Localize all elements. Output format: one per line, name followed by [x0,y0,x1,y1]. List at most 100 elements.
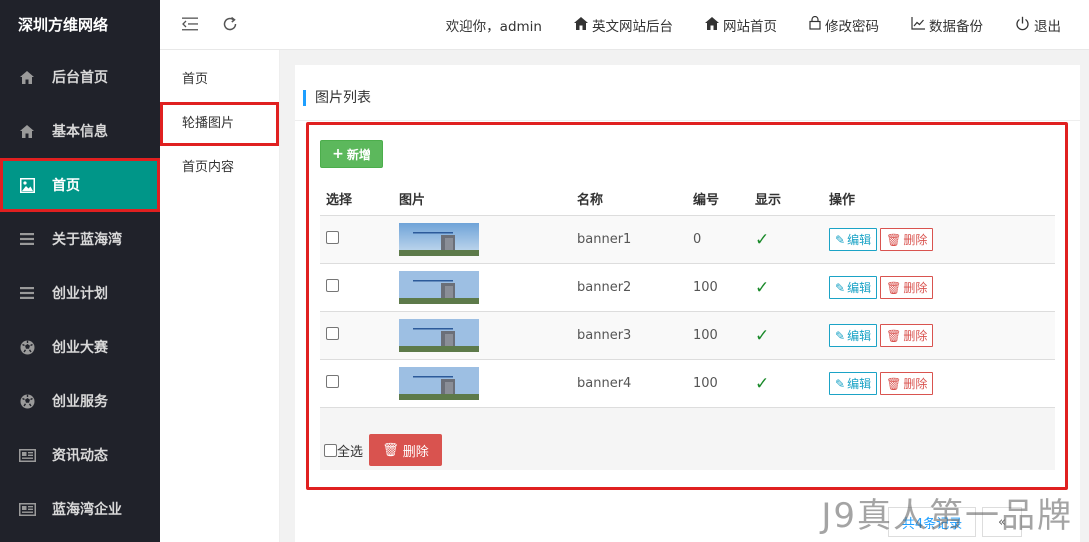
home-icon [18,122,36,140]
sidebar-item-label: 创业大赛 [52,340,108,356]
welcome-text: 欢迎你，admin [445,19,542,35]
show-check-icon: ✓ [755,325,770,346]
soccer-ball-icon [18,392,36,410]
delete-button[interactable]: 🗑 删除 [880,276,934,299]
subnav-item-home-content[interactable]: 首页内容 [160,146,279,190]
trash-icon: 🗑 [382,442,399,458]
row-name: banner2 [577,280,632,295]
select-all-checkbox[interactable] [324,444,337,457]
sidebar-item-label: 基本信息 [52,124,108,140]
edit-button[interactable]: ✎ 编辑 [829,276,878,299]
sidebar-item-label: 资讯动态 [52,448,108,464]
newspaper-icon [18,500,36,518]
bulk-delete-label: 删除 [402,444,429,460]
pencil-icon: ✎ [835,232,846,247]
image-icon [18,176,36,194]
select-all-label: 全选 [337,445,364,460]
data-backup-link[interactable]: 数据备份 [911,15,983,35]
delete-button[interactable]: 🗑 删除 [880,324,934,347]
logout-link[interactable]: 退出 [1015,15,1061,35]
row-number: 100 [693,328,718,343]
collapse-menu-icon[interactable] [180,14,200,34]
site-home-link[interactable]: 网站首页 [705,15,777,35]
sidebar-item-label: 后台首页 [52,70,108,86]
show-check-icon: ✓ [755,373,770,394]
table-header: 选择 图片 名称 编号 显示 操作 [320,182,1055,216]
trash-icon: 🗑 [886,328,902,343]
trash-icon: 🗑 [886,376,902,391]
table-row: banner2 100 ✓ ✎ 编辑 🗑 删除 [320,264,1055,312]
refresh-icon[interactable] [220,14,240,34]
english-admin-link[interactable]: 英文网站后台 [574,15,673,35]
trash-icon: 🗑 [886,280,902,295]
col-header-show: 显示 [755,193,782,208]
site-home-label: 网站首页 [723,19,777,35]
col-header-select: 选择 [326,193,353,208]
show-check-icon: ✓ [755,277,770,298]
top-header: 欢迎你，admin 英文网站后台 网站首页 修改密码 数据备份 退出 [160,0,1089,50]
banner-thumbnail [399,271,479,304]
home-icon [18,68,36,86]
bulk-delete-button[interactable]: 🗑 删除 [369,434,442,466]
sidebar-item-label: 蓝海湾企业 [52,502,122,518]
delete-button[interactable]: 🗑 删除 [880,228,934,251]
col-header-image: 图片 [399,193,426,208]
subnav-item-carousel[interactable]: 轮播图片 [160,102,279,146]
row-name: banner3 [577,328,632,343]
menu-icon [18,284,36,302]
banner-thumbnail [399,223,479,256]
delete-button[interactable]: 🗑 删除 [880,372,934,395]
row-checkbox[interactable] [326,279,339,292]
sidebar-item-services[interactable]: 创业服务 [0,374,160,428]
sidebar: 深圳方维网络 后台首页 基本信息 首页 关于蓝海湾 创业计划 创业大赛 创业服务… [0,0,160,542]
sidebar-item-dashboard[interactable]: 后台首页 [0,50,160,104]
sub-navigation: 首页 轮播图片 首页内容 [160,50,280,542]
sidebar-item-about[interactable]: 关于蓝海湾 [0,212,160,266]
menu-icon [18,230,36,248]
sidebar-item-competition[interactable]: 创业大赛 [0,320,160,374]
banner-thumbnail [399,367,479,400]
table-row: banner4 100 ✓ ✎ 编辑 🗑 删除 [320,360,1055,408]
row-checkbox[interactable] [326,327,339,340]
change-password-link[interactable]: 修改密码 [809,15,879,35]
table-row: banner3 100 ✓ ✎ 编辑 🗑 删除 [320,312,1055,360]
sidebar-item-label: 创业服务 [52,394,108,410]
chart-line-icon [911,16,929,34]
row-checkbox[interactable] [326,375,339,388]
sidebar-item-business-plan[interactable]: 创业计划 [0,266,160,320]
change-password-label: 修改密码 [825,19,879,35]
lock-icon [809,15,825,34]
row-name: banner4 [577,376,632,391]
row-number: 100 [693,376,718,391]
english-admin-label: 英文网站后台 [592,19,673,35]
trash-icon: 🗑 [886,232,902,247]
panel-title: 图片列表 [303,90,371,106]
bulk-actions-bar: 全选 🗑 删除 [320,408,1055,470]
brand-title: 深圳方维网络 [18,16,109,34]
subnav-item-home[interactable]: 首页 [160,58,279,102]
edit-button[interactable]: ✎ 编辑 [829,372,878,395]
data-backup-label: 数据备份 [929,19,983,35]
home-icon [574,16,592,34]
table-row: banner1 0 ✓ ✎ 编辑 🗑 删除 [320,216,1055,264]
logout-label: 退出 [1034,19,1061,35]
row-number: 100 [693,280,718,295]
home-icon [705,16,723,34]
newspaper-icon [18,446,36,464]
divider [295,120,1080,121]
col-header-actions: 操作 [829,193,856,208]
edit-button[interactable]: ✎ 编辑 [829,228,878,251]
row-checkbox[interactable] [326,231,339,244]
header-links: 欢迎你，admin 英文网站后台 网站首页 修改密码 数据备份 退出 [414,0,1061,50]
sidebar-item-home[interactable]: 首页 [0,158,160,212]
edit-button[interactable]: ✎ 编辑 [829,324,878,347]
sidebar-item-news[interactable]: 资讯动态 [0,428,160,482]
row-name: banner1 [577,232,632,247]
show-check-icon: ✓ [755,229,770,250]
add-button[interactable]: + 新增 [320,140,383,168]
sidebar-item-companies[interactable]: 蓝海湾企业 [0,482,160,536]
select-all[interactable]: 全选 [324,441,363,460]
sidebar-item-basic-info[interactable]: 基本信息 [0,104,160,158]
row-number: 0 [693,232,702,247]
sidebar-item-label: 关于蓝海湾 [52,232,122,248]
